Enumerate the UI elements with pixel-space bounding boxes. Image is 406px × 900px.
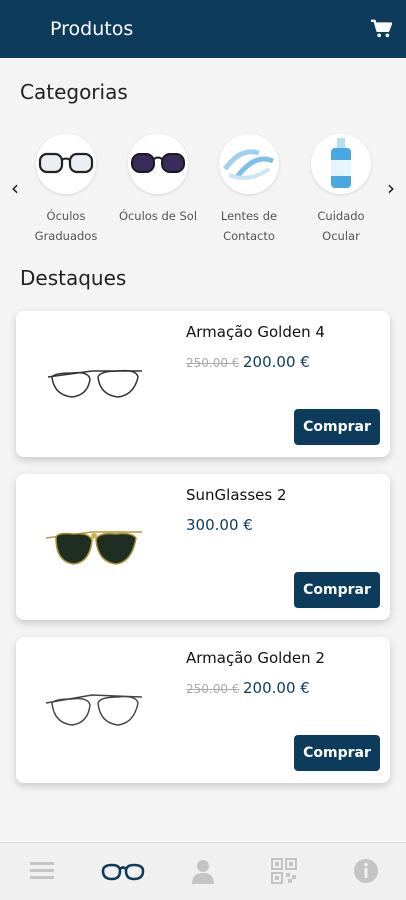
product-name: Armação Golden 4 (186, 323, 325, 341)
prescription-glasses-icon (36, 134, 96, 194)
product-card[interactable]: SunGlasses 2 300.00 € Comprar (16, 474, 390, 620)
eyeglasses-frame-image (47, 369, 142, 398)
product-card[interactable]: Armação Golden 4 250.00 € 200.00 € Compr… (16, 311, 390, 457)
product-name: SunGlasses 2 (186, 486, 287, 504)
product-price: 300.00 € (186, 516, 253, 534)
featured-title: Destaques (20, 266, 127, 290)
contact-lens-icon (219, 134, 279, 194)
buy-button[interactable]: Comprar (294, 572, 380, 608)
category-sunglasses[interactable]: Óculos de Sol (116, 134, 200, 226)
app-bar: Produtos (0, 0, 406, 58)
category-label: Óculos Graduados (34, 209, 98, 243)
category-eye-care[interactable]: Cuidado Ocular (299, 134, 383, 246)
page-title: Produtos (50, 18, 134, 40)
product-old-price: 250.00 € (186, 682, 240, 696)
info-icon[interactable] (352, 857, 380, 885)
chevron-right-icon[interactable]: › (384, 176, 398, 200)
eye-care-bottle-icon (311, 134, 371, 194)
shopping-cart-icon[interactable] (370, 19, 392, 39)
product-card[interactable]: Armação Golden 2 250.00 € 200.00 € Compr… (16, 637, 390, 783)
category-contact-lenses[interactable]: Lentes de Contacto (207, 134, 291, 246)
sunglasses-icon (128, 134, 188, 194)
qr-code-icon[interactable] (270, 857, 298, 885)
user-icon[interactable] (189, 857, 217, 885)
eyeglasses-frame-image (45, 694, 143, 726)
product-price: 200.00 € (243, 353, 310, 371)
glasses-icon[interactable] (100, 857, 146, 885)
categories-title: Categorias (20, 80, 128, 104)
product-name: Armação Golden 2 (186, 649, 325, 667)
category-label: Óculos de Sol (118, 209, 198, 223)
bottom-navigation (0, 842, 406, 900)
category-label: Lentes de Contacto (220, 209, 278, 243)
product-old-price: 250.00 € (186, 356, 240, 370)
category-prescription-glasses[interactable]: Óculos Graduados (24, 134, 108, 246)
sunglasses-image (45, 531, 142, 565)
chevron-left-icon[interactable]: ‹ (8, 176, 22, 200)
menu-icon[interactable] (28, 857, 56, 885)
category-label: Cuidado Ocular (317, 209, 365, 243)
product-price: 200.00 € (243, 679, 310, 697)
buy-button[interactable]: Comprar (294, 735, 380, 771)
buy-button[interactable]: Comprar (294, 409, 380, 445)
